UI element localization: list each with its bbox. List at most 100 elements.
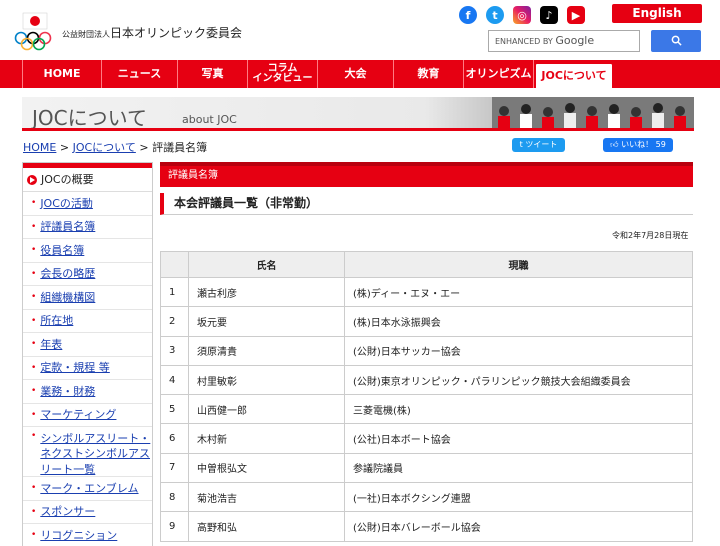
- sidebar-item-symbol-athletes[interactable]: • シンボルアスリート・ネクストシンボルアスリート一覧: [23, 427, 152, 477]
- nav-item-column-interview[interactable]: コラム インタビュー: [248, 60, 318, 88]
- sidebar-item-officers[interactable]: • 役員名簿: [23, 239, 152, 263]
- sidebar-item-sponsors[interactable]: • スポンサー: [23, 501, 152, 524]
- tweet-button[interactable]: t ツイート: [512, 138, 565, 152]
- councillor-position: (公財)東京オリンピック・パラリンピック競技大会組織委員会: [344, 364, 693, 396]
- table-row: 6 木村新 (公社)日本ボート協会: [160, 423, 693, 454]
- arrow-circle-icon: [27, 174, 37, 185]
- sidebar-item-label[interactable]: マーケティング: [40, 407, 116, 422]
- breadcrumb-about[interactable]: JOCについて: [73, 141, 136, 154]
- bullet-icon: •: [31, 483, 37, 494]
- councillor-name: 坂元要: [188, 306, 345, 337]
- sidebar-item-label[interactable]: 評議員名簿: [40, 219, 95, 234]
- sidebar-item-chronology[interactable]: • 年表: [23, 333, 152, 357]
- organization-title: 日本オリンピック委員会: [110, 26, 243, 40]
- councillor-name: 山西健一郎: [188, 394, 345, 425]
- sidebar-item-finance[interactable]: • 業務・財務: [23, 380, 152, 404]
- site-header: 公益財団法人日本オリンピック委員会 f t ◎ ♪ ▶ English ENHA…: [0, 0, 720, 60]
- column-header-name: 氏名: [188, 251, 345, 278]
- sidebar-item-label[interactable]: 年表: [40, 337, 62, 352]
- sidebar-item-activities[interactable]: • JOCの活動: [23, 192, 152, 216]
- sidebar-item-label[interactable]: JOCの活動: [40, 196, 93, 211]
- row-number: 3: [160, 335, 189, 366]
- table-row: 3 須原清貴 (公財)日本サッカー協会: [160, 335, 693, 366]
- table-row: 4 村里敏彰 (公財)東京オリンピック・パラリンピック競技大会組織委員会: [160, 364, 693, 396]
- table-row: 5 山西健一郎 三菱電機(株): [160, 394, 693, 425]
- nav-item-photos[interactable]: 写真: [178, 60, 248, 88]
- page-title: 本会評議員一覧（非常勤）: [160, 193, 693, 215]
- facebook-icon[interactable]: f: [459, 6, 477, 24]
- row-number: 7: [160, 452, 189, 484]
- councillor-name: 高野和弘: [188, 511, 345, 542]
- english-button[interactable]: English: [612, 4, 702, 23]
- councillor-position: (株)日本水泳振興会: [344, 306, 693, 337]
- tiktok-icon[interactable]: ♪: [540, 6, 558, 24]
- breadcrumb-current: 評議員名簿: [152, 141, 208, 154]
- search-brand: Google: [555, 34, 595, 47]
- councillor-position: (公財)日本バレーボール協会: [344, 511, 693, 542]
- table-row: 7 中曽根弘文 参議院議員: [160, 452, 693, 484]
- councillor-name: 須原清貴: [188, 335, 345, 366]
- sidebar-item-label[interactable]: リコグニション: [40, 528, 117, 543]
- search-input[interactable]: ENHANCED BY Google: [488, 30, 640, 52]
- sidebar-item-label[interactable]: シンボルアスリート・ネクストシンボルアスリート一覧: [40, 431, 152, 477]
- sidebar-heading-label: JOCの概要: [41, 172, 94, 186]
- bullet-icon: •: [31, 506, 37, 517]
- thumbs-up-icon: 👍︎: [610, 140, 622, 149]
- sidebar-item-recognition[interactable]: • リコグニション: [23, 524, 152, 546]
- column-header-number: [160, 251, 189, 278]
- sidebar-item-label[interactable]: 会長の略歴: [40, 266, 95, 281]
- sidebar-item-articles[interactable]: • 定款・規程 等: [23, 357, 152, 380]
- twitter-icon[interactable]: t: [486, 6, 504, 24]
- nav-item-games[interactable]: 大会: [318, 60, 394, 88]
- nav-item-olympism[interactable]: オリンピズム: [464, 60, 534, 88]
- row-number: 9: [160, 511, 189, 542]
- nav-item-home[interactable]: HOME: [22, 60, 102, 88]
- councillor-position: (公社)日本ボート協会: [344, 423, 693, 454]
- bullet-icon: •: [31, 409, 37, 420]
- table-row: 2 坂元要 (株)日本水泳振興会: [160, 306, 693, 337]
- youtube-icon[interactable]: ▶: [567, 6, 585, 24]
- instagram-icon[interactable]: ◎: [513, 6, 531, 24]
- table-row: 1 瀬古利彦 (株)ディー・エヌ・エー: [160, 276, 693, 308]
- bullet-icon: •: [31, 221, 37, 232]
- sidebar-heading[interactable]: JOCの概要: [23, 168, 152, 192]
- table-row: 9 高野和弘 (公財)日本バレーボール協会: [160, 511, 693, 542]
- sidebar-item-councillors[interactable]: • 評議員名簿: [23, 216, 152, 239]
- sidebar-item-label[interactable]: 所在地: [40, 313, 73, 328]
- search-button[interactable]: [651, 30, 701, 52]
- bullet-icon: •: [31, 268, 37, 279]
- table-header-row: 氏名 現職: [160, 251, 693, 278]
- sidebar-item-mark-emblem[interactable]: • マーク・エンブレム: [23, 477, 152, 501]
- breadcrumb: HOME > JOCについて > 評議員名簿: [23, 139, 207, 155]
- bullet-icon: •: [31, 315, 37, 326]
- councillors-table: 氏名 現職 1 瀬古利彦 (株)ディー・エヌ・エー 2 坂元要 (株)日本水泳振興会 3…: [160, 251, 693, 542]
- nav-item-about-joc[interactable]: JOCについて: [534, 62, 614, 88]
- facebook-like-button[interactable]: 👍︎ いいね！ 59: [603, 138, 673, 152]
- sidebar-item-label[interactable]: 業務・財務: [40, 384, 95, 399]
- bullet-icon: •: [31, 292, 37, 303]
- councillor-position: 参議院議員: [344, 452, 693, 484]
- sidebar-item-label[interactable]: マーク・エンブレム: [40, 481, 138, 496]
- sidebar-item-label[interactable]: 役員名簿: [40, 243, 84, 258]
- sidebar-item-president-bio[interactable]: • 会長の略歴: [23, 263, 152, 286]
- nav-item-news[interactable]: ニュース: [102, 60, 178, 88]
- sidebar-item-marketing[interactable]: • マーケティング: [23, 404, 152, 427]
- councillor-position: (株)ディー・エヌ・エー: [344, 276, 693, 308]
- sidebar: JOCの概要 • JOCの活動 • 評議員名簿 • 役員名簿 • 会長の略歴 • 組織機構…: [22, 162, 153, 546]
- councillor-position: (公財)日本サッカー協会: [344, 335, 693, 366]
- table-row: 8 菊池浩吉 (一社)日本ボクシング連盟: [160, 482, 693, 513]
- breadcrumb-home[interactable]: HOME: [23, 141, 56, 154]
- nav-item-education[interactable]: 教育: [394, 60, 464, 88]
- councillor-name: 村里敏彰: [188, 364, 345, 396]
- sidebar-item-org-chart[interactable]: • 組織機構図: [23, 286, 152, 310]
- joc-logo-icon[interactable]: [14, 12, 58, 52]
- organization-name[interactable]: 公益財団法人日本オリンピック委員会: [62, 24, 242, 41]
- main-nav: HOME ニュース 写真 コラム インタビュー 大会 教育 オリンピズム JOC…: [0, 60, 720, 88]
- sidebar-item-location[interactable]: • 所在地: [23, 310, 152, 333]
- sidebar-item-label[interactable]: スポンサー: [40, 504, 95, 519]
- organization-prefix: 公益財団法人: [62, 30, 110, 39]
- sidebar-item-label[interactable]: 組織機構図: [40, 290, 95, 305]
- breadcrumb-separator: >: [139, 141, 149, 154]
- social-links: f t ◎ ♪ ▶: [459, 6, 585, 24]
- sidebar-item-label[interactable]: 定款・規程 等: [40, 360, 110, 375]
